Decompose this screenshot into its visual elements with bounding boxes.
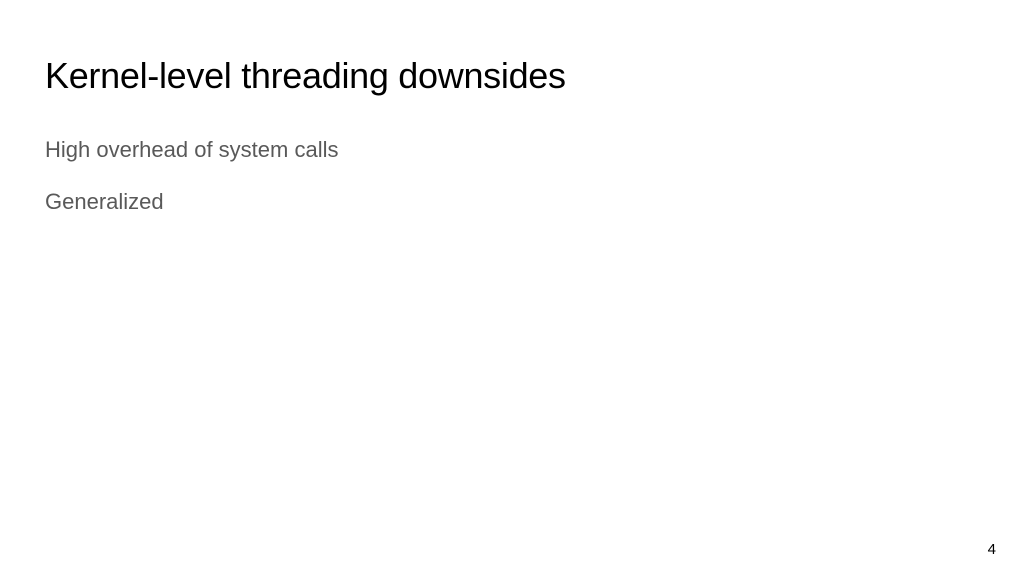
bullet-item: High overhead of system calls (45, 135, 979, 165)
slide-title: Kernel-level threading downsides (45, 55, 979, 97)
slide-container: Kernel-level threading downsides High ov… (0, 0, 1024, 576)
bullet-item: Generalized (45, 187, 979, 217)
page-number: 4 (988, 541, 996, 558)
